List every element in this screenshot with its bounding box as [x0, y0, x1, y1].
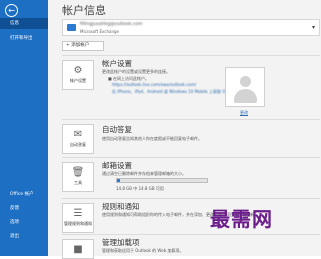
account-settings-button[interactable]: ⚙ 帐户设置	[62, 60, 94, 90]
mailbox-quota-bar	[116, 178, 208, 183]
nav-item-feedback[interactable]: 反馈	[0, 203, 48, 214]
addins-description: 管理和获取适用于 Outlook 的 Web 加载项。	[102, 248, 184, 253]
chevron-down-icon[interactable]: ▾	[312, 24, 315, 31]
auto-reply-section: ✉ 自动答复 自动答复 使用自动答复告知其他人你在度假或不能回复电子邮件。	[62, 119, 320, 158]
account-selector[interactable]: fillingjuoahkg@outlook.com Microsoft Exc…	[62, 19, 320, 36]
rules-section: ☰ 管理规则和通知 规则和通知 使用规则和通知可帮助组织你的传入电子邮件，并在添…	[62, 198, 320, 233]
nav-item-exit[interactable]: 退出	[0, 231, 48, 242]
page-title: 帐户信息	[62, 4, 106, 17]
nav-item-options[interactable]: 选项	[0, 217, 48, 228]
watermark: 最需网	[210, 207, 273, 231]
auto-reply-button[interactable]: ✉ 自动答复	[62, 124, 94, 154]
backstage-sidebar: ← 信息 打开和导出 Office 帐户 反馈 选项 退出	[0, 0, 48, 256]
avatar-body	[234, 89, 257, 103]
nav-item-open-export[interactable]: 打开和导出	[0, 33, 48, 44]
tools-icon: 🗑	[71, 167, 85, 178]
rules-heading: 规则和通知	[102, 202, 140, 211]
account-settings-tile-label: 帐户设置	[70, 78, 86, 83]
account-settings-heading: 帐户设置	[102, 59, 132, 68]
avatar-head	[240, 76, 251, 87]
auto-reply-icon: ✉	[73, 129, 83, 140]
mailbox-quota-fill	[117, 179, 120, 182]
mailbox-quota-text: 14.8 GB 中 14.8 GB 可用	[116, 186, 164, 191]
mailbox-heading: 邮箱设置	[102, 161, 132, 170]
back-arrow-icon[interactable]: ←	[5, 4, 18, 17]
account-type: Microsoft Exchange	[80, 29, 120, 34]
mail-icon	[67, 24, 76, 31]
manage-rules-tile-label: 管理规则和通知	[64, 221, 92, 226]
account-settings-icon: ⚙	[73, 65, 83, 76]
rules-icon: ☰	[73, 208, 83, 219]
auto-reply-heading: 自动答复	[102, 125, 132, 134]
change-photo-link[interactable]: 更改	[240, 110, 248, 116]
addins-heading: 管理加载项	[102, 238, 140, 247]
outlook-web-link[interactable]: https://outlook.live.com/owa/outlook.com…	[112, 82, 196, 87]
add-account-button[interactable]: + 添加帐户	[62, 41, 104, 51]
mailbox-tools-button[interactable]: 🗑 工具	[62, 162, 94, 192]
account-info-pane: 帐户信息 fillingjuoahkg@outlook.com Microsof…	[48, 0, 321, 259]
addins-icon: ■	[73, 244, 83, 255]
mailbox-description: 通过清空已删除邮件并存档来管理邮箱的大小。	[102, 171, 186, 176]
manage-addins-button[interactable]: ■	[62, 239, 94, 259]
nav-item-office-account[interactable]: Office 帐户	[0, 189, 48, 200]
addins-section: ■ 管理加载项 管理和获取适用于 Outlook 的 Web 加载项。	[62, 234, 320, 259]
auto-reply-description: 使用自动答复告知其他人你在度假或不能回复电子邮件。	[102, 136, 202, 141]
account-settings-section: ⚙ 帐户设置 帐户设置 更改此帐户的设置或设置更多的连接。 ■ 在网上访问此帐户…	[62, 55, 320, 121]
nav-item-info[interactable]: 信息	[0, 18, 48, 29]
account-settings-description: 更改此帐户的设置或设置更多的连接。	[102, 69, 170, 74]
mailbox-section: 🗑 工具 邮箱设置 通过清空已删除邮件并存档来管理邮箱的大小。 14.8 GB …	[62, 157, 320, 199]
auto-reply-tile-label: 自动答复	[70, 142, 86, 147]
avatar	[225, 67, 265, 107]
account-email: fillingjuoahkg@outlook.com	[80, 22, 143, 27]
mailbox-tools-tile-label: 工具	[74, 180, 82, 185]
manage-rules-button[interactable]: ☰ 管理规则和通知	[62, 203, 94, 233]
